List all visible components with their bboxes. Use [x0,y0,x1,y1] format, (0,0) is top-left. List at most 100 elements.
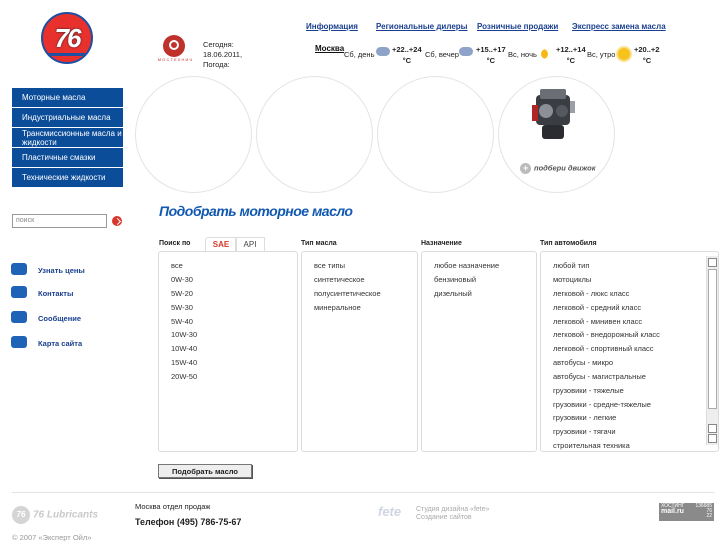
date-value: 18.06.2011, [203,50,243,59]
cloud-sun-icon [459,47,473,56]
studio-tagline: Создание сайтов [416,514,472,521]
menu-item-industrial-oils[interactable]: Индустриальные масла [12,108,123,127]
scroll-down-icon[interactable] [708,434,717,443]
logo-number: 76 [54,23,82,53]
moon-icon [541,49,551,59]
list-item[interactable]: легковой - люкс класс [553,289,629,298]
footer-brand-logo: 76 76 Lubricants [12,506,98,524]
list-item[interactable]: все [171,261,183,270]
sun-icon [618,48,630,60]
list-item[interactable]: бензиновый [434,275,476,284]
weather-slot-label: Сб, вечер [425,50,459,59]
list-item[interactable]: минеральное [314,303,361,312]
list-item[interactable]: 5W-20 [171,289,193,298]
vehicle-type-header: Тип автомобиля [540,240,597,247]
promo-circle[interactable] [256,76,373,193]
weather-slot-temp: +12..+14 °C [556,45,586,65]
nav-info-link[interactable]: Информация [306,22,358,31]
weather-slot-label: Вс, ночь [508,50,537,59]
menu-item-transmission-oils[interactable]: Трансмиссионные масла и жидкости [12,128,123,147]
tab-sae[interactable]: SAE [205,237,237,252]
weather-slot-temp: +20..+22°C [634,45,660,65]
footer-76-icon: 76 [12,506,30,524]
list-item[interactable]: полусинтетическое [314,289,381,298]
list-item[interactable]: легковой - спортивный класс [553,344,654,353]
emblem-caption: М О С Т Е Х Н И Ч [157,57,193,62]
pick-engine-link[interactable]: + подбери движок [520,163,596,174]
list-item[interactable]: 5W-40 [171,317,193,326]
list-item[interactable]: 10W-40 [171,344,197,353]
logo-band [43,53,91,56]
pick-oil-button[interactable]: Подобрать масло [158,464,252,478]
list-item[interactable]: синтетическое [314,275,365,284]
studio-credit: Студия дизайна «fete» Создание сайтов [416,506,490,522]
studio-link[interactable]: Студия дизайна «fete» [416,506,490,514]
scroll-thumb[interactable] [708,269,717,409]
plus-icon: + [520,163,531,174]
list-item[interactable]: мотоциклы [553,275,591,284]
list-item[interactable]: 20W-50 [171,372,197,381]
promo-circle[interactable] [377,76,494,193]
date-block: Сегодня: 18.06.2011, Погода: [203,40,242,70]
purpose-list[interactable]: любое назначение бензиновый дизельный [421,251,537,452]
menu-item-technical-fluids[interactable]: Технические жидкости [12,168,123,187]
oil-type-list[interactable]: все типы синтетическое полусинтетическое… [301,251,418,452]
weather-slot-label: Сб, день [344,50,375,59]
today-label: Сегодня: [203,40,234,49]
list-item[interactable]: грузовики - средне-тяжелые [553,400,651,409]
purpose-header: Назначение [421,240,462,247]
list-item[interactable]: дизельный [434,289,472,298]
list-item[interactable]: грузовики - тягачи [553,427,616,436]
nav-dealers-link[interactable]: Региональные дилеры [376,22,467,31]
nav-oil-change-link[interactable]: Экспресс замена масла [572,22,666,31]
list-item[interactable]: все типы [314,261,345,270]
search-by-label: Поиск по [159,240,191,247]
list-item[interactable]: 0W-30 [171,275,193,284]
tab-api[interactable]: API [235,237,265,252]
weather-slot-label: Вс, утро [587,50,616,59]
list-item[interactable]: автобусы - микро [553,358,613,367]
list-item[interactable]: строительная техника [553,441,630,450]
sae-list[interactable]: все 0W-30 5W-20 5W-30 5W-40 10W-30 10W-4… [158,251,298,452]
vehicle-type-list[interactable]: любой тип мотоциклы легковой - люкс клас… [540,251,719,452]
list-item[interactable]: 10W-30 [171,330,197,339]
list-item[interactable]: любое назначение [434,261,499,270]
weather-label: Погода: [203,60,230,69]
engine-image [532,89,575,139]
list-item[interactable]: легковой - минивен класс [553,317,642,326]
list-item[interactable]: легковой - внедорожный класс [553,330,660,339]
cloud-rain-icon [376,47,390,56]
list-item[interactable]: 5W-30 [171,303,193,312]
page-title: Подобрать моторное масло [159,203,353,219]
mailru-counter[interactable]: ХОСТИНГ 136685 mail.ru 76 22 [659,503,714,521]
scroll-down-icon[interactable] [708,424,717,433]
list-item[interactable]: грузовики - тяжелые [553,386,624,395]
nav-retail-link[interactable]: Розничные продажи [477,22,558,31]
list-item[interactable]: 15W-40 [171,358,197,367]
weather-city-link[interactable]: Москва [315,44,344,54]
chat-icon [11,263,27,275]
scroll-up-icon[interactable] [708,258,717,267]
promo-circle[interactable] [135,76,252,193]
search-input[interactable]: поиск [12,214,107,228]
menu-item-greases[interactable]: Пластичные смазки [12,148,123,167]
brand-logo[interactable]: 76 [41,12,93,64]
search-submit-icon[interactable] [112,216,122,226]
weather-slot-temp: +15..+17 °C [476,45,506,65]
list-item[interactable]: легковой - средний класс [553,303,641,312]
sales-dept: Москва отдел продаж [135,502,211,511]
oil-type-header: Тип масла [301,240,337,247]
list-item[interactable]: грузовики - легкие [553,413,616,422]
sales-phone: Телефон (495) 786-75-67 [135,517,242,527]
sitemap-icon [11,336,27,348]
footer-divider [12,492,715,493]
mostechnich-emblem-icon [163,35,185,57]
studio-logo[interactable]: fete [378,504,401,519]
copyright: © 2007 «Эксперт Ойл» [12,533,92,542]
list-item[interactable]: автобусы - магистральные [553,372,646,381]
menu-item-motor-oils[interactable]: Моторные масла [12,88,123,107]
list-item[interactable]: любой тип [553,261,589,270]
weather-slot-temp: +22..+24 °C [392,45,422,65]
vehicle-list-scrollbar[interactable] [706,256,718,445]
phone-icon [11,286,27,298]
